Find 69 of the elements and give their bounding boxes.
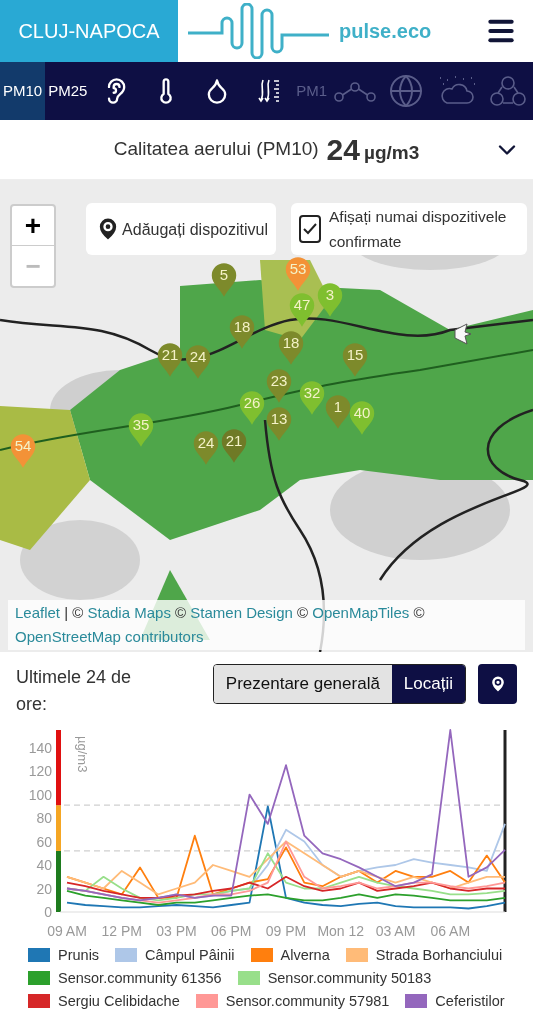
attribution-link[interactable]: OpenStreetMap contributors	[15, 628, 204, 645]
legend-label: Prunis	[58, 945, 100, 965]
legend-label: Sensor.community 57981	[225, 991, 390, 1011]
map-marker[interactable]: 26	[239, 390, 265, 426]
map-marker[interactable]: 15	[342, 342, 368, 378]
map-marker[interactable]: 23	[266, 368, 292, 404]
history-title: Ultimele 24 de ore:	[16, 666, 133, 716]
map-marker[interactable]: 18	[229, 314, 255, 350]
location-button[interactable]	[478, 664, 517, 704]
map-marker[interactable]: 21	[221, 428, 247, 464]
map-marker[interactable]: 53	[285, 256, 311, 292]
map-marker[interactable]: 24	[185, 344, 211, 380]
y-tick-label: 0	[44, 904, 52, 920]
add-device-button[interactable]: Adăugați dispozitivul	[86, 203, 276, 255]
y-tick-label: 120	[28, 763, 52, 780]
confirmed-only-checkbox[interactable]: Afișați numai dispozitivele confirmate	[291, 203, 527, 255]
map-marker[interactable]: 18	[278, 330, 304, 366]
legend-label: Ceferistilor	[435, 991, 505, 1011]
map-marker[interactable]: 21	[157, 342, 183, 378]
x-tick-label: 06 AM	[430, 923, 471, 939]
legend-label: Alverna	[280, 945, 330, 965]
attribution-link[interactable]: Stadia Maps	[87, 604, 171, 621]
pulse-logo-icon	[186, 3, 331, 59]
x-tick-label: 06 PM	[211, 923, 252, 939]
attribution-link[interactable]: Leaflet	[15, 604, 61, 621]
y-tick-label: 60	[36, 833, 52, 850]
x-tick-label: 03 AM	[375, 923, 416, 939]
map-marker[interactable]: 24	[193, 430, 219, 466]
map-marker[interactable]: 47	[289, 292, 315, 328]
y-tick-label: 20	[36, 880, 52, 897]
pollutant-tab[interactable]: PM10	[0, 62, 46, 120]
attribution-link[interactable]: OpenMapTiles	[312, 604, 410, 621]
x-tick-label: 03 PM	[156, 923, 197, 939]
map-marker[interactable]: 32	[299, 380, 325, 416]
map-marker[interactable]: 13	[266, 406, 292, 442]
map-marker[interactable]: 1	[325, 394, 351, 430]
view-tab[interactable]: Locații	[391, 665, 465, 703]
check-icon	[302, 221, 318, 237]
map-marker[interactable]: 54	[10, 433, 36, 469]
globe-icon	[388, 73, 425, 109]
legend-label: Strada Borhanciului	[375, 945, 503, 965]
x-tick-label: 09 AM	[47, 923, 87, 939]
x-tick-label: Mon 12	[317, 923, 365, 939]
brand-name: pulse.eco	[339, 19, 432, 44]
legend-label: Câmpul Pâinii	[145, 945, 235, 965]
map-marker[interactable]: 3	[317, 282, 343, 318]
pollutant-tab[interactable]: PM25	[45, 62, 91, 120]
y-tick-label: 40	[36, 857, 52, 874]
map-marker[interactable]: 5	[211, 262, 237, 298]
y-tick-label: 140	[28, 739, 52, 756]
legend-label: Sergiu Celibidache	[58, 991, 180, 1011]
zoom-in-button[interactable]: +	[12, 206, 54, 246]
y-tick-label: 100	[28, 786, 52, 803]
map-marker[interactable]: 40	[349, 400, 375, 436]
legend-label: Sensor.community 50183	[267, 968, 432, 988]
map-marker[interactable]: 35	[128, 412, 154, 448]
circles-icon	[489, 75, 526, 107]
axis-label: µg/m3	[75, 736, 90, 773]
map-attribution: Leaflet | © Stadia Maps © Stamen Design © OpenMapTiles © OpenStreetMap contributors	[8, 600, 525, 650]
summary-unit: µg/m3	[363, 141, 420, 166]
legend-label: Sensor.community 61356	[58, 968, 222, 988]
y-tick-label: 80	[36, 810, 52, 827]
x-tick-label: 09 PM	[265, 923, 307, 939]
attribution-link[interactable]: Stamen Design	[190, 604, 293, 621]
summary-label: Calitatea aerului (PM10)	[113, 137, 319, 162]
summary-value: 24	[326, 132, 360, 168]
city-label[interactable]: CLUJ-NAPOCA	[0, 0, 178, 62]
x-tick-label: 12 PM	[101, 923, 142, 939]
view-tab[interactable]: Prezentare generală	[213, 665, 392, 703]
